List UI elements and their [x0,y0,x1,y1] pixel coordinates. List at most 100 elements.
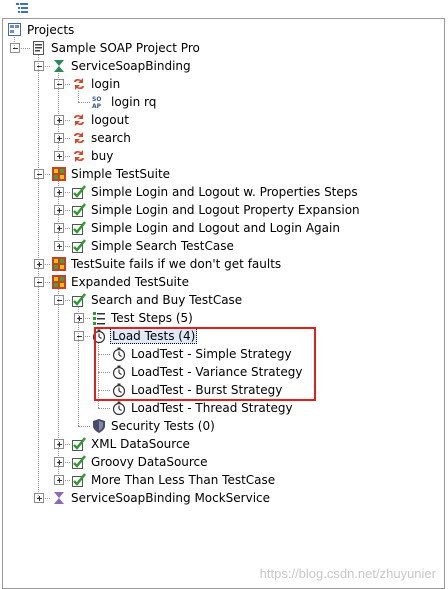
svg-text:SO: SO [92,96,101,103]
soapui-navigator: Projects Sample SOAP Project Pro ServiceSo… [0,0,448,589]
testsuite-icon [51,256,67,272]
testsuite-icon [51,166,67,182]
tree-connector [58,73,59,156]
tree-view-icon[interactable] [16,2,28,14]
testcase-icon [71,238,87,254]
tree-node[interactable]: Simple Login and Logout and Login Again [3,219,444,237]
tree-node[interactable]: Simple Login and Logout w. Properties St… [3,183,444,201]
tree-node-label[interactable]: Simple Login and Logout w. Properties St… [90,184,359,200]
tree-node[interactable]: Search and Buy TestCase [3,291,444,309]
collapse-icon[interactable] [10,43,20,53]
expand-icon[interactable] [54,439,64,449]
testcase-icon [71,436,87,452]
tree-node[interactable]: Simple Search TestCase [3,237,444,255]
tree-node[interactable]: ServiceSoapBinding MockService [3,489,444,507]
tree-node-label[interactable]: logout [90,112,130,128]
tree-node-label[interactable]: buy [90,148,114,164]
expand-icon[interactable] [54,475,64,485]
tree-node-label[interactable]: Simple TestSuite [70,166,171,182]
testcase-icon [71,454,87,470]
tree-connector [58,289,59,480]
navigator-toolbar [0,0,448,18]
tree-node-label[interactable]: Simple Login and Logout Property Expansi… [90,202,361,218]
tree-node-label[interactable]: TestSuite fails if we don't get faults [70,256,282,272]
expand-icon[interactable] [54,457,64,467]
testcase-icon [71,202,87,218]
tree-node[interactable]: Simple TestSuite [3,165,444,183]
collapse-icon[interactable] [54,79,64,89]
tree-node-label[interactable]: ServiceSoapBinding [70,58,192,74]
annotation-highlight-box [94,327,316,401]
testcase-icon [71,220,87,236]
soap-request-icon: SO AP [91,94,107,110]
tree-node[interactable]: Test Steps (5) [3,309,444,327]
tree-node[interactable]: More Than Less Than TestCase [3,471,444,489]
tree-node[interactable]: Groovy DataSource [3,453,444,471]
tree-node[interactable]: SO AP login rq [3,93,444,111]
tree-node[interactable]: Simple Login and Logout Property Expansi… [3,201,444,219]
tree-node-label[interactable]: XML DataSource [90,436,191,452]
tree-node[interactable]: search [3,129,444,147]
tree-node-label[interactable]: LoadTest - Thread Strategy [130,400,294,416]
mockservice-icon [51,490,67,506]
collapse-icon[interactable] [34,277,44,287]
expand-icon[interactable] [54,187,64,197]
tree-node-label[interactable]: Expanded TestSuite [70,274,190,290]
tree-node-label[interactable]: login [90,76,121,92]
project-icon [31,40,47,56]
tree-node[interactable]: XML DataSource [3,435,444,453]
tree-node-label[interactable]: search [90,130,132,146]
tree-node[interactable]: login [3,75,444,93]
collapse-icon[interactable] [34,61,44,71]
projects-icon [7,22,23,38]
tree-node-label[interactable]: Search and Buy TestCase [90,292,243,308]
tree-node-label[interactable]: Sample SOAP Project Pro [50,40,201,56]
tree-node-label[interactable]: Security Tests (0) [110,418,216,434]
expand-icon[interactable] [54,115,64,125]
project-tree: Projects Sample SOAP Project Pro ServiceSo… [2,18,445,589]
expand-icon[interactable] [54,133,64,143]
expand-icon[interactable] [74,313,84,323]
expand-icon[interactable] [54,151,64,161]
tree-node[interactable]: Expanded TestSuite [3,273,444,291]
tree-node[interactable]: Projects [3,21,444,39]
tree-node-label[interactable]: Test Steps (5) [110,310,194,326]
tree-node[interactable]: Sample SOAP Project Pro [3,39,444,57]
tree-node-label[interactable]: Groovy DataSource [90,454,209,470]
tree-node[interactable]: ServiceSoapBinding [3,57,444,75]
tree-node-label[interactable]: Simple Login and Logout and Login Again [90,220,341,236]
tree-node[interactable]: logout [3,111,444,129]
tree-node[interactable]: TestSuite fails if we don't get faults [3,255,444,273]
tree-node[interactable]: buy [3,147,444,165]
tree-node[interactable]: Security Tests (0) [3,417,444,435]
collapse-icon[interactable] [54,295,64,305]
tree-connector [58,181,59,246]
tree-connector [38,55,39,498]
tree-node-label[interactable]: login rq [110,94,157,110]
testsuite-icon [51,274,67,290]
collapse-icon[interactable] [74,331,84,341]
tree-node-label[interactable]: Projects [26,22,75,38]
testcase-icon [71,292,87,308]
teststeps-icon [91,310,107,326]
expand-icon[interactable] [54,223,64,233]
expand-icon[interactable] [54,241,64,251]
collapse-icon[interactable] [34,169,44,179]
watermark: https://blog.csdn.net/zhuyunier [259,566,436,581]
tree-connector [78,307,79,426]
expand-icon[interactable] [34,259,44,269]
operation-icon [71,112,87,128]
tree-node-label[interactable]: ServiceSoapBinding MockService [70,490,271,506]
tree-connector [78,102,90,103]
tree-node[interactable]: LoadTest - Thread Strategy [3,399,444,417]
operation-icon [71,148,87,164]
securitytest-icon [91,418,107,434]
loadtest-icon [111,400,127,416]
expand-icon[interactable] [34,493,44,503]
tree-connector [14,37,15,48]
tree-node-label[interactable]: Simple Search TestCase [90,238,235,254]
tree-connector [98,408,110,409]
tree-connector [78,91,79,102]
expand-icon[interactable] [54,205,64,215]
tree-node-label[interactable]: More Than Less Than TestCase [90,472,276,488]
